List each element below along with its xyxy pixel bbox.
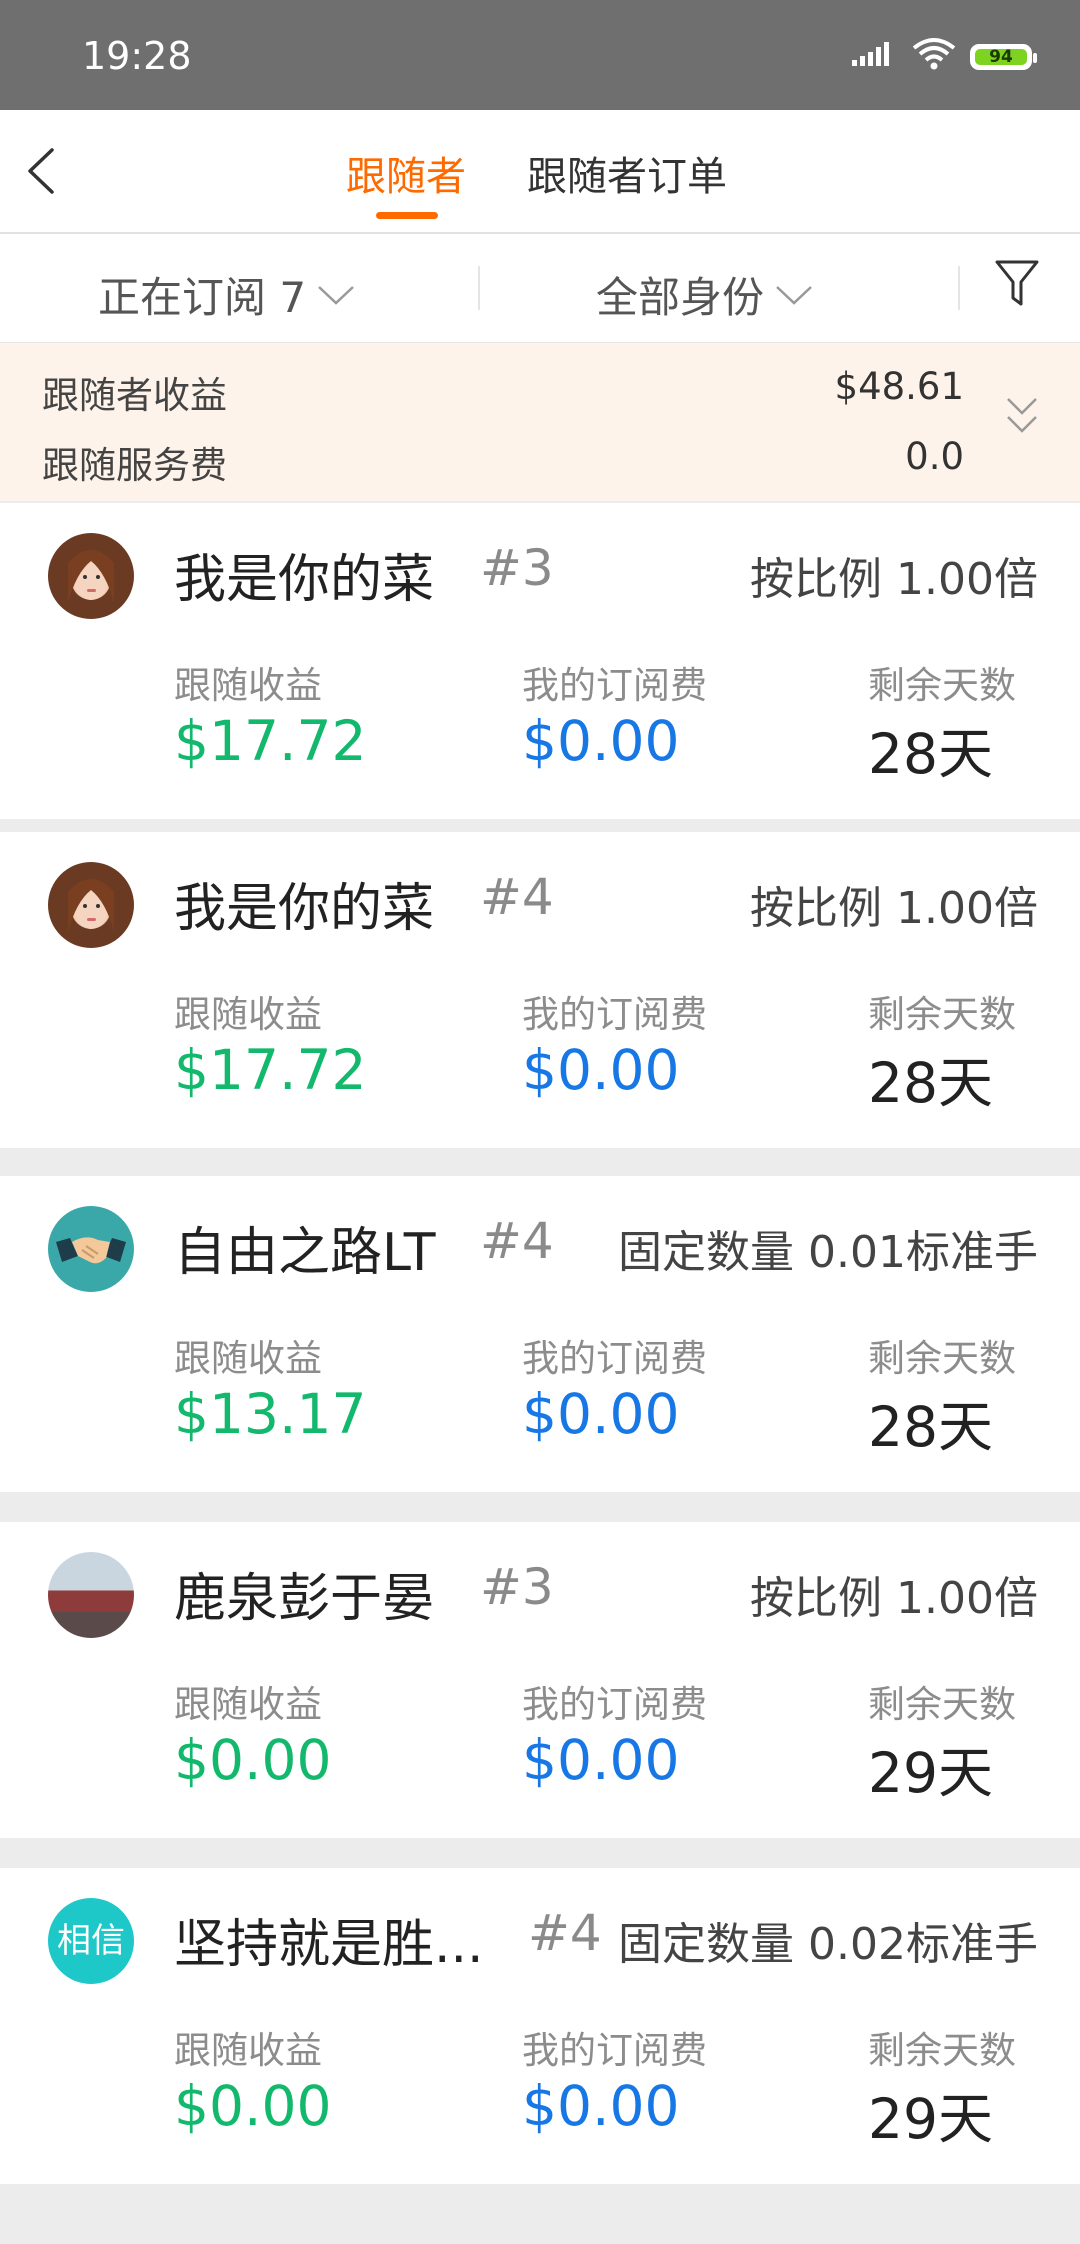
avatar — [48, 1552, 134, 1638]
avatar — [48, 533, 134, 619]
copy-mode: 按比例 1.00倍 — [750, 554, 1038, 605]
filter-divider — [478, 266, 480, 310]
avatar: 相信 — [48, 1898, 134, 1984]
days-label: 剩余天数 — [868, 1337, 1016, 1380]
income-label: 跟随收益 — [174, 1683, 322, 1726]
fee-value: $0.00 — [522, 709, 680, 773]
filter-divider — [958, 266, 960, 310]
fee-value: $0.00 — [522, 1728, 680, 1792]
avatar — [48, 1206, 134, 1292]
income-value: $0.00 — [174, 2074, 332, 2138]
income-label: 跟随收益 — [174, 1337, 322, 1380]
days-remaining: 28天 — [868, 1051, 993, 1115]
battery-icon: 94 — [970, 44, 1037, 70]
follower-income-label: 跟随者收益 — [42, 374, 227, 417]
chevron-down-icon — [776, 285, 812, 305]
filter-funnel-icon[interactable] — [994, 258, 1040, 310]
status-time: 19:28 — [82, 34, 192, 78]
income-value: $17.72 — [174, 1038, 367, 1102]
fee-value: $0.00 — [522, 1038, 680, 1102]
fee-label: 我的订阅费 — [522, 1337, 707, 1380]
filter-bar: 正在订阅 7 全部身份 — [0, 234, 1080, 343]
status-bar: 19:28 94 — [0, 0, 1080, 110]
tab-followers[interactable]: 跟随者 — [346, 144, 466, 202]
follower-name: 坚持就是胜... — [174, 1915, 484, 1975]
follower-rank: #4 — [480, 1212, 554, 1270]
subscription-filter-label: 正在订阅 7 — [98, 273, 307, 322]
follower-income-value: $48.61 — [834, 365, 964, 408]
fee-label: 我的订阅费 — [522, 2029, 707, 2072]
follower-name: 我是你的菜 — [174, 879, 435, 939]
service-fee-value: 0.0 — [905, 435, 964, 478]
fee-label: 我的订阅费 — [522, 664, 707, 707]
income-label: 跟随收益 — [174, 2029, 322, 2072]
double-chevron-down-icon[interactable] — [1004, 393, 1040, 439]
days-label: 剩余天数 — [868, 993, 1016, 1036]
earnings-summary: 跟随者收益 $48.61 跟随服务费 0.0 — [0, 343, 1080, 501]
fee-label: 我的订阅费 — [522, 1683, 707, 1726]
follower-rank: #3 — [480, 1558, 554, 1616]
days-remaining: 29天 — [868, 2087, 993, 2151]
follower-name: 自由之路LT — [174, 1223, 436, 1283]
days-remaining: 29天 — [868, 1741, 993, 1805]
follower-card[interactable]: 我是你的菜 #4 按比例 1.00倍 跟随收益 我的订阅费 剩余天数 $17.7… — [0, 832, 1080, 1148]
follower-rank: #4 — [480, 868, 554, 926]
fee-label: 我的订阅费 — [522, 993, 707, 1036]
follower-card[interactable]: 鹿泉彭于晏 #3 按比例 1.00倍 跟随收益 我的订阅费 剩余天数 $0.00… — [0, 1522, 1080, 1838]
active-tab-indicator — [376, 212, 438, 219]
wifi-icon — [912, 38, 956, 70]
copy-mode: 固定数量 0.02标准手 — [618, 1919, 1038, 1970]
identity-filter-label: 全部身份 — [596, 273, 765, 322]
days-label: 剩余天数 — [868, 2029, 1016, 2072]
follower-name: 鹿泉彭于晏 — [174, 1569, 435, 1629]
follower-name: 我是你的菜 — [174, 550, 435, 610]
follower-card[interactable]: 相信 坚持就是胜... #4 固定数量 0.02标准手 跟随收益 我的订阅费 剩… — [0, 1868, 1080, 2184]
income-value: $17.72 — [174, 709, 367, 773]
fee-value: $0.00 — [522, 2074, 680, 2138]
copy-mode: 按比例 1.00倍 — [750, 883, 1038, 934]
copy-mode: 按比例 1.00倍 — [750, 1573, 1038, 1624]
top-nav: 跟随者 跟随者订单 — [0, 110, 1080, 234]
follower-card[interactable]: 我是你的菜 #3 按比例 1.00倍 跟随收益 我的订阅费 剩余天数 $17.7… — [0, 503, 1080, 819]
battery-level: 94 — [975, 49, 1027, 66]
income-value: $13.17 — [174, 1382, 367, 1446]
days-remaining: 28天 — [868, 722, 993, 786]
days-remaining: 28天 — [868, 1395, 993, 1459]
follower-rank: #3 — [480, 539, 554, 597]
back-arrow-icon[interactable] — [22, 146, 62, 196]
tab-follower-orders[interactable]: 跟随者订单 — [527, 144, 727, 202]
follower-rank: #4 — [528, 1904, 602, 1962]
identity-filter-dropdown[interactable]: 全部身份 — [596, 264, 814, 325]
income-label: 跟随收益 — [174, 664, 322, 707]
handshake-icon — [56, 1237, 126, 1264]
fee-value: $0.00 — [522, 1382, 680, 1446]
days-label: 剩余天数 — [868, 664, 1016, 707]
income-label: 跟随收益 — [174, 993, 322, 1036]
avatar — [48, 862, 134, 948]
signal-icon — [852, 42, 889, 66]
income-value: $0.00 — [174, 1728, 332, 1792]
chevron-down-icon — [318, 285, 354, 305]
service-fee-label: 跟随服务费 — [42, 444, 227, 487]
days-label: 剩余天数 — [868, 1683, 1016, 1726]
avatar-text: 相信 — [57, 1921, 125, 1961]
subscription-filter-dropdown[interactable]: 正在订阅 7 — [98, 264, 356, 325]
copy-mode: 固定数量 0.01标准手 — [618, 1227, 1038, 1278]
follower-card[interactable]: 自由之路LT #4 固定数量 0.01标准手 跟随收益 我的订阅费 剩余天数 $… — [0, 1176, 1080, 1492]
